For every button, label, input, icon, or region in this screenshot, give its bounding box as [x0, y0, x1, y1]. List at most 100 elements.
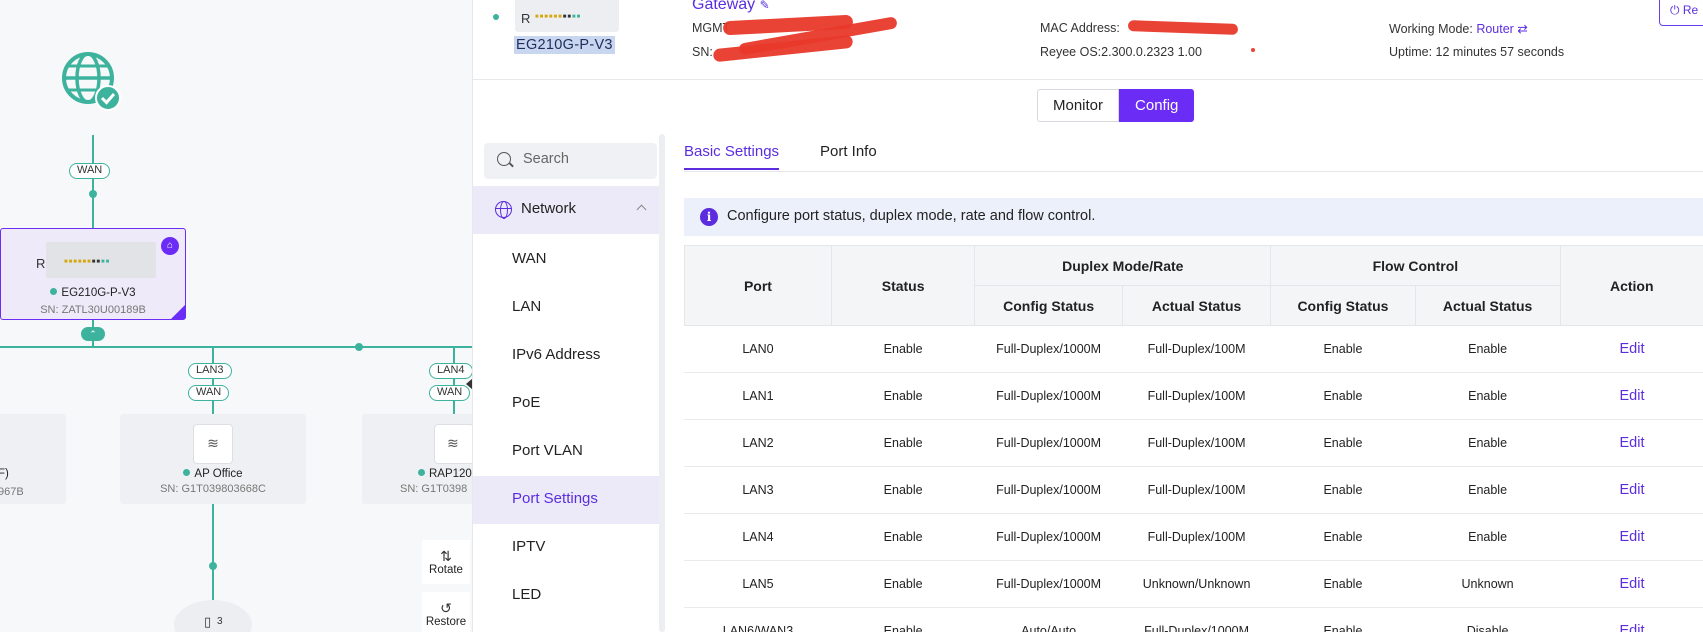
chevron-up-icon [636, 204, 647, 215]
reboot-button[interactable]: ⏻ Re [1659, 0, 1703, 26]
gateway-node-name: EG210G-P-V3 [61, 287, 136, 299]
search-input[interactable] [523, 151, 648, 167]
cell-d-act: Full-Duplex/1000M [1121, 607, 1271, 632]
cell-status: Enable [830, 372, 975, 420]
link-dot [89, 190, 97, 198]
link-dot [355, 343, 363, 351]
rap-wan-tag: WAN [429, 385, 471, 401]
sidebar-item-lan[interactable]: LAN [473, 284, 659, 332]
config-tab[interactable]: Config [1119, 89, 1195, 122]
home-icon: ⌂ [161, 237, 179, 255]
sidebar-item-wan[interactable]: WAN [473, 236, 659, 284]
cell-f-cfg: Enable [1270, 560, 1416, 608]
cell-f-cfg: Enable [1270, 325, 1416, 373]
restore-button[interactable]: ↺ Restore [422, 592, 470, 632]
col-status: Status [830, 245, 976, 326]
ap-office-wan-tag: WAN [188, 385, 230, 401]
collapse-node-icon[interactable]: ⌃ [81, 327, 105, 341]
device-panel: R ■■■■■■■■■■ EG210G-P-V3 Gateway ✎ MGMT … [472, 0, 1703, 632]
cell-status: Enable [830, 560, 975, 608]
rap-node[interactable]: ≋ RAP120 SN: G1T0398 [362, 414, 472, 504]
wifi-icon: ≋ [434, 424, 472, 464]
device-title[interactable]: Gateway ✎ [692, 0, 770, 14]
internet-globe-icon[interactable] [60, 50, 124, 114]
table-body: LAN0 Enable Full-Duplex/1000M Full-Duplex/1… [684, 325, 1703, 632]
cell-d-act: Full-Duplex/100M [1121, 466, 1271, 514]
rotate-icon: ⇅ [440, 548, 452, 564]
tab-port-info[interactable]: Port Info [820, 143, 877, 168]
edit-pencil-icon[interactable]: ✎ [760, 0, 770, 12]
col-duplex-config: Config Status [974, 285, 1123, 326]
device-thumbnail: R ■■■■■■■■■■ [515, 0, 619, 32]
working-mode-link[interactable]: Router [1476, 22, 1514, 36]
cell-status: Enable [830, 466, 975, 514]
sidebar-group-network[interactable]: Network [473, 186, 659, 234]
cell-d-cfg: Full-Duplex/1000M [974, 325, 1123, 373]
app-root: WAN R ■■■■■■■■■■ EG210G-P-V3 SN: ZATL30U… [0, 0, 1703, 632]
ap-office-name: AP Office [194, 468, 243, 480]
table-row: LAN3 Enable Full-Duplex/1000M Full-Duplex/1… [684, 466, 1703, 514]
topology-canvas[interactable]: WAN R ■■■■■■■■■■ EG210G-P-V3 SN: ZATL30U… [0, 0, 472, 632]
edit-button[interactable]: Edit [1559, 325, 1703, 373]
edit-button[interactable]: Edit [1559, 466, 1703, 514]
cell-d-cfg: Full-Duplex/1000M [974, 513, 1123, 561]
device-header: R ■■■■■■■■■■ EG210G-P-V3 Gateway ✎ MGMT … [473, 0, 1703, 80]
gateway-node[interactable]: R ■■■■■■■■■■ EG210G-P-V3 SN: ZATL30U0018… [0, 228, 186, 320]
swap-icon[interactable]: ⇄ [1517, 22, 1527, 36]
cell-status: Enable [830, 607, 975, 632]
monitor-tab[interactable]: Monitor [1037, 89, 1120, 122]
sidebar-item-ipv6-address[interactable]: IPv6 Address [473, 332, 659, 380]
cell-f-act: Unknown [1414, 560, 1561, 608]
link-dot [209, 562, 217, 570]
content-tabs: Basic Settings Port Info [684, 134, 1703, 172]
col-duplex: Duplex Mode/Rate [974, 245, 1272, 286]
sidebar-item-iptv[interactable]: IPTV [473, 524, 659, 572]
router-badge: R [36, 256, 46, 271]
cell-f-cfg: Enable [1270, 372, 1416, 420]
edit-button[interactable]: Edit [1559, 419, 1703, 467]
gateway-node-sn: SN: ZATL30U00189B [40, 304, 146, 316]
client-count: 3 [217, 616, 223, 627]
table-row: LAN1 Enable Full-Duplex/1000M Full-Duplex/1… [684, 372, 1703, 420]
sidebar-item-port-vlan[interactable]: Port VLAN [473, 428, 659, 476]
edit-button[interactable]: Edit [1559, 513, 1703, 561]
sidebar-item-port-settings[interactable]: Port Settings [473, 476, 659, 524]
sidebar-search[interactable] [484, 143, 657, 179]
edit-button[interactable]: Edit [1559, 560, 1703, 608]
info-banner-text: Configure port status, duplex mode, rate… [727, 208, 1096, 224]
ap-node-partial[interactable]: F) 967B [0, 414, 66, 504]
device-model: EG210G-P-V3 [514, 36, 615, 54]
edit-button[interactable]: Edit [1559, 372, 1703, 420]
wifi-icon: ≋ [193, 424, 233, 464]
cell-f-act: Enable [1414, 466, 1561, 514]
edit-button[interactable]: Edit [1559, 607, 1703, 632]
restore-label: Restore [425, 616, 467, 628]
sidebar-item-poe[interactable]: PoE [473, 380, 659, 428]
ap-node-partial-name: F) [0, 468, 9, 480]
cell-port: LAN1 [684, 372, 832, 420]
sidebar-group-label: Network [521, 200, 577, 217]
tab-basic-settings[interactable]: Basic Settings [684, 143, 780, 170]
ap-office-sn: SN: G1T039803668C [160, 483, 266, 495]
cell-f-act: Enable [1414, 325, 1561, 373]
rap-name: RAP120 [429, 468, 472, 480]
cell-port: LAN2 [684, 419, 832, 467]
lan4-port-tag: LAN4 [429, 363, 472, 379]
sidebar-scrollbar[interactable] [659, 134, 665, 632]
view-toggle: Monitor Config [1037, 89, 1195, 122]
cell-status: Enable [830, 325, 975, 373]
cell-f-act: Enable [1414, 419, 1561, 467]
col-flow-config: Config Status [1270, 285, 1416, 326]
ap-office-node[interactable]: ≋ AP Office SN: G1T039803668C [120, 414, 306, 504]
cell-d-act: Unknown/Unknown [1121, 560, 1271, 608]
table-row: LAN4 Enable Full-Duplex/1000M Full-Duplex/1… [684, 513, 1703, 561]
ap-node-partial-sn: 967B [0, 486, 24, 498]
rotate-button[interactable]: ⇅ Rotate [422, 540, 470, 584]
cell-d-act: Full-Duplex/100M [1121, 419, 1271, 467]
rap-sn: SN: G1T0398 [400, 483, 468, 495]
cell-f-act: Enable [1414, 372, 1561, 420]
cell-f-cfg: Enable [1270, 607, 1416, 632]
info-icon: i [700, 208, 718, 226]
cell-d-cfg: Full-Duplex/1000M [974, 419, 1123, 467]
sidebar-item-led[interactable]: LED [473, 572, 659, 620]
